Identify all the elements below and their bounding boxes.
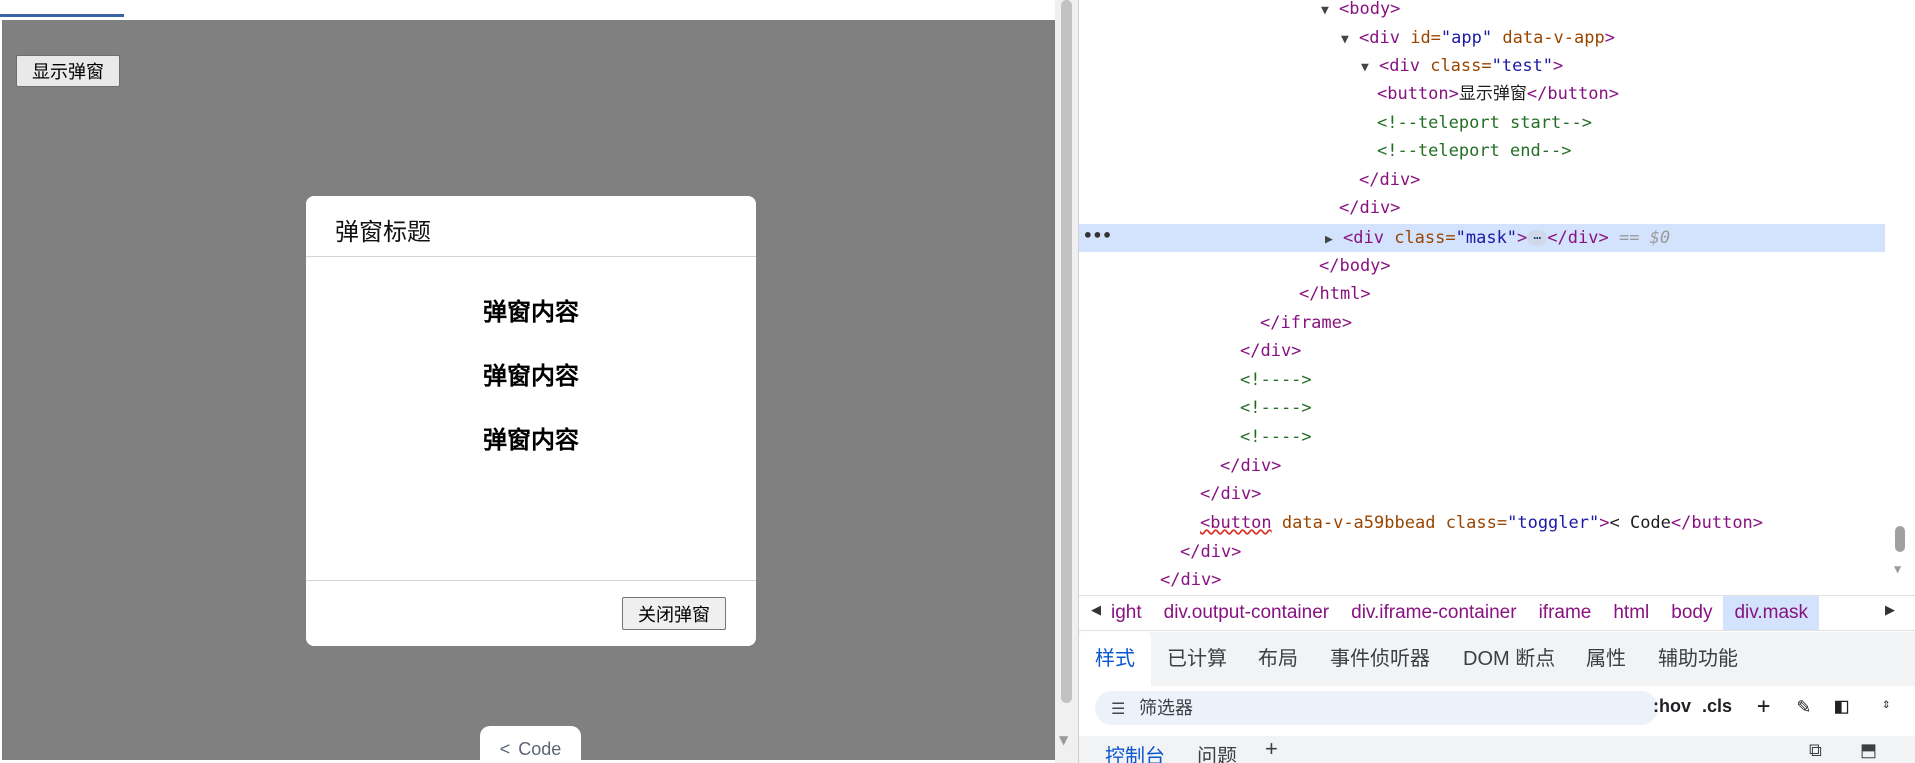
- dialog-header-divider: [306, 256, 756, 257]
- breadcrumb-item[interactable]: div.output-container: [1153, 596, 1340, 630]
- cls-toggle[interactable]: .cls: [1702, 696, 1732, 717]
- dom-node-app-div[interactable]: ▼ <div id="app" data-v-app>: [1341, 24, 1615, 52]
- tab-computed[interactable]: 已计算: [1167, 632, 1227, 686]
- dom-node-test-div[interactable]: ▼ <div class="test">: [1361, 52, 1563, 80]
- dom-close-div[interactable]: </div>: [1339, 194, 1400, 222]
- dialog-content-line: 弹窗内容: [483, 299, 579, 326]
- tab-dom-breakpoints[interactable]: DOM 断点: [1463, 632, 1555, 686]
- scroll-down-arrow-icon[interactable]: ▼: [1059, 733, 1068, 747]
- close-dialog-button[interactable]: 关闭弹窗: [622, 597, 726, 630]
- devtools-panel: ••• ▼ <body> ▼ <div id="app" data-v-app> ▼…: [1079, 0, 1915, 763]
- preview-top-strip: [0, 0, 1055, 20]
- drawer-tab-console[interactable]: 控制台: [1105, 740, 1165, 763]
- more-options-icon[interactable]: •••: [1083, 224, 1112, 252]
- tab-accessibility[interactable]: 辅助功能: [1658, 632, 1738, 686]
- dom-node-body[interactable]: ▼ <body>: [1321, 0, 1400, 23]
- dialog-title: 弹窗标题: [335, 219, 431, 246]
- drawer-tabbar: 控制台 问题 + ⧉ ⬒: [1079, 736, 1915, 763]
- ellipsis-chip[interactable]: …: [1527, 229, 1548, 246]
- preview-scrollbar[interactable]: ▼: [1055, 0, 1078, 763]
- add-style-rule-icon[interactable]: +: [1757, 694, 1770, 719]
- expand-collapse-icon[interactable]: ⇕: [1882, 696, 1890, 712]
- filter-icon: ☰: [1111, 701, 1126, 718]
- dom-node-button[interactable]: <button>显示弹窗</button>: [1377, 80, 1619, 108]
- breadcrumb-scroll-right-icon[interactable]: ▶: [1885, 602, 1895, 618]
- styles-filter-input[interactable]: ☰ 筛选器: [1095, 691, 1658, 725]
- breadcrumb-item[interactable]: iframe: [1528, 596, 1603, 630]
- preview-scrollbar-thumb[interactable]: [1061, 0, 1072, 703]
- styles-filter-bar: ☰ 筛选器 :hov .cls + ✎ ◧ ⇕: [1079, 686, 1915, 730]
- tab-styles[interactable]: 样式: [1079, 632, 1151, 686]
- dom-node-mask-div[interactable]: ▶ <div class="mask">… </div> == $0: [1325, 224, 1670, 252]
- dom-close-iframe[interactable]: </iframe>: [1260, 309, 1352, 337]
- tab-properties[interactable]: 属性: [1586, 632, 1626, 686]
- dialog: 弹窗标题 弹窗内容 弹窗内容 弹窗内容 关闭弹窗: [306, 196, 756, 646]
- dom-close-div[interactable]: </div>: [1220, 452, 1281, 480]
- paint-brush-icon[interactable]: ✎: [1797, 694, 1810, 719]
- preview-pane: 显示弹窗 弹窗标题 弹窗内容 弹窗内容 弹窗内容 关闭弹窗 < Code: [0, 0, 1055, 763]
- dom-close-div[interactable]: </div>: [1240, 337, 1301, 365]
- dom-node-toggler-button[interactable]: <button data-v-a59bbead class="toggler">…: [1200, 509, 1763, 537]
- tab-event-listeners[interactable]: 事件侦听器: [1330, 632, 1430, 686]
- dom-close-div[interactable]: </div>: [1160, 566, 1221, 594]
- dom-empty-comment[interactable]: <!---->: [1240, 366, 1312, 394]
- dom-close-body[interactable]: </body>: [1319, 252, 1391, 280]
- tab-layout[interactable]: 布局: [1258, 632, 1298, 686]
- preview-tab-indicator: [0, 14, 124, 17]
- dom-breadcrumb: ◀ ight div.output-container div.iframe-con…: [1079, 595, 1915, 631]
- expand-triangle-icon[interactable]: ▼: [1361, 54, 1379, 82]
- code-toggle-label: Code: [518, 738, 562, 759]
- code-toggle-button[interactable]: < Code: [480, 726, 581, 763]
- filter-placeholder: 筛选器: [1139, 698, 1193, 718]
- dock-icon[interactable]: ⧉: [1809, 740, 1822, 761]
- breadcrumb-item[interactable]: html: [1602, 596, 1660, 630]
- drawer-tab-issues[interactable]: 问题: [1197, 740, 1237, 763]
- show-dialog-button[interactable]: 显示弹窗: [16, 55, 120, 87]
- breadcrumb-item[interactable]: body: [1660, 596, 1723, 630]
- dom-close-div[interactable]: </div>: [1180, 538, 1241, 566]
- dialog-footer-divider: [306, 580, 756, 581]
- expand-triangle-icon[interactable]: ▼: [1321, 0, 1339, 25]
- breadcrumb-item[interactable]: ight: [1109, 596, 1153, 630]
- dom-comment-teleport-end[interactable]: <!--teleport end-->: [1377, 137, 1571, 165]
- dom-tree-scrollbar[interactable]: ▼: [1885, 0, 1915, 590]
- toggle-sidebar-icon[interactable]: ◧: [1835, 694, 1848, 719]
- scroll-down-arrow-icon[interactable]: ▼: [1894, 562, 1901, 576]
- collapse-triangle-icon[interactable]: ▶: [1325, 226, 1343, 254]
- breadcrumb-item[interactable]: div.iframe-container: [1340, 596, 1527, 630]
- styles-tabbar: 样式 已计算 布局 事件侦听器 DOM 断点 属性 辅助功能: [1079, 632, 1915, 686]
- dialog-content-line: 弹窗内容: [483, 427, 579, 454]
- dom-close-html[interactable]: </html>: [1299, 280, 1371, 308]
- dom-empty-comment[interactable]: <!---->: [1240, 394, 1312, 422]
- hov-toggle[interactable]: :hov: [1653, 696, 1691, 717]
- dialog-content-line: 弹窗内容: [483, 363, 579, 390]
- modal-mask[interactable]: 显示弹窗 弹窗标题 弹窗内容 弹窗内容 弹窗内容 关闭弹窗 < Code: [2, 20, 1055, 763]
- dom-tree-scrollbar-thumb[interactable]: [1895, 526, 1905, 552]
- dom-close-div[interactable]: </div>: [1359, 166, 1420, 194]
- chevron-left-icon: <: [499, 738, 511, 759]
- add-drawer-tab-icon[interactable]: +: [1265, 736, 1278, 762]
- expand-triangle-icon[interactable]: ▼: [1341, 26, 1359, 54]
- dom-empty-comment[interactable]: <!---->: [1240, 423, 1312, 451]
- dom-comment-teleport-start[interactable]: <!--teleport start-->: [1377, 109, 1592, 137]
- breadcrumb-item-active[interactable]: div.mask: [1723, 596, 1820, 630]
- undock-icon[interactable]: ⬒: [1860, 740, 1877, 761]
- breadcrumb-items: ight div.output-container div.iframe-conta…: [1109, 596, 1879, 630]
- dom-close-div[interactable]: </div>: [1200, 480, 1261, 508]
- breadcrumb-scroll-left-icon[interactable]: ◀: [1091, 602, 1101, 618]
